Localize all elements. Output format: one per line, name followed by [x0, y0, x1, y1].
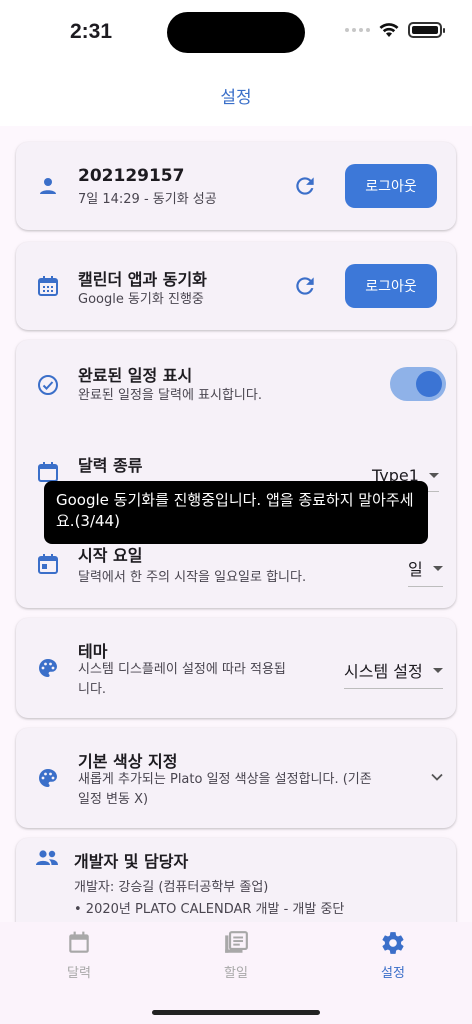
calendar-icon	[69, 931, 89, 953]
calendar-type-title: 달력 종류	[78, 456, 143, 475]
check-circle-icon	[38, 375, 58, 395]
calendar-logout-button[interactable]: 로그아웃	[345, 264, 437, 308]
theme-value: 시스템 설정	[344, 662, 423, 681]
page-title: 설정	[220, 87, 252, 108]
chevron-down-icon[interactable]	[430, 770, 444, 784]
calendar-sync-title: 캘린더 앱과 동기화	[78, 270, 207, 289]
default-color-card: 기본 색상 지정 새롭게 추가되는 Plato 일정 색상을 설정합니다. (기…	[16, 728, 456, 828]
default-color-desc: 새롭게 추가되는 Plato 일정 색상을 설정합니다. (기존 일정 변동 X…	[78, 772, 372, 807]
completed-events-row[interactable]: 완료된 일정 표시 완료된 일정을 달력에 표시합니다.	[16, 340, 456, 430]
developer-name: 개발자: 강승길 (컴퓨터공학부 졸업)	[74, 880, 269, 895]
start-day-desc: 달력에서 한 주의 시작을 일요일로 합니다.	[78, 570, 307, 585]
nav-label: 달력	[67, 966, 91, 981]
refresh-icon[interactable]	[292, 273, 318, 299]
bottom-navigation: 달력 할일 설정	[0, 922, 472, 1024]
display-settings-card: 완료된 일정 표시 완료된 일정을 달력에 표시합니다. 달력 종류 Type1	[16, 340, 456, 608]
developers-card: 개발자 및 담당자 개발자: 강승길 (컴퓨터공학부 졸업) • 2020년 P…	[16, 838, 456, 922]
palette-icon	[39, 659, 57, 677]
palette-icon	[39, 769, 57, 787]
developers-title: 개발자 및 담당자	[74, 852, 189, 871]
account-row: 202129157 7일 14:29 - 동기화 성공 로그아웃	[16, 142, 456, 230]
gear-icon	[382, 932, 404, 954]
dynamic-island	[167, 12, 305, 53]
theme-dropdown[interactable]: 시스템 설정	[344, 658, 443, 689]
theme-title: 테마	[78, 642, 108, 661]
theme-row[interactable]: 테마 시스템 디스플레이 설정에 따라 적용됩니다. 시스템 설정	[16, 618, 456, 718]
calendar-sync-card: 캘린더 앱과 동기화 Google 동기화 진행중 로그아웃	[16, 242, 456, 330]
home-indicator[interactable]	[152, 1010, 320, 1015]
theme-desc: 시스템 디스플레이 설정에 따라 적용됩니다.	[78, 662, 286, 697]
default-color-row[interactable]: 기본 색상 지정 새롭게 추가되는 Plato 일정 색상을 설정합니다. (기…	[16, 728, 456, 828]
refresh-icon[interactable]	[292, 173, 318, 199]
nav-label: 할일	[224, 966, 248, 981]
status-time: 2:31	[70, 20, 113, 43]
person-icon	[40, 178, 56, 194]
calendar-sync-status: Google 동기화 진행중	[78, 292, 204, 307]
wifi-icon	[379, 23, 399, 37]
people-icon	[36, 850, 58, 865]
battery-icon	[408, 22, 445, 38]
completed-events-toggle[interactable]	[390, 367, 446, 401]
nav-item-settings[interactable]: 설정	[353, 930, 433, 981]
start-day-dropdown[interactable]: 일	[408, 556, 443, 587]
cellular-signal-icon	[345, 28, 370, 32]
account-id: 202129157	[78, 166, 185, 186]
developers-row: 개발자 및 담당자 개발자: 강승길 (컴퓨터공학부 졸업) • 2020년 P…	[16, 838, 456, 922]
todo-list-icon	[225, 931, 248, 953]
completed-events-title: 완료된 일정 표시	[78, 366, 193, 385]
status-bar: 2:31	[0, 0, 472, 64]
toggle-knob	[416, 371, 442, 397]
account-card: 202129157 7일 14:29 - 동기화 성공 로그아웃	[16, 142, 456, 230]
sync-status-text: 7일 14:29 - 동기화 성공	[78, 192, 217, 207]
calendar-icon	[38, 276, 58, 296]
start-day-value: 일	[408, 560, 423, 579]
start-day-title: 시작 요일	[78, 546, 143, 565]
default-color-title: 기본 색상 지정	[78, 752, 178, 771]
nav-label: 설정	[381, 966, 405, 981]
theme-card: 테마 시스템 디스플레이 설정에 따라 적용됩니다. 시스템 설정	[16, 618, 456, 718]
sync-progress-toast: Google 동기화를 진행중입니다. 앱을 종료하지 말아주세요.(3/44)	[44, 481, 428, 544]
dropdown-arrow-icon	[432, 565, 443, 571]
developer-history: • 2020년 PLATO CALENDAR 개발 - 개발 중단	[74, 902, 345, 917]
status-icons	[345, 22, 445, 38]
dropdown-arrow-icon	[432, 667, 443, 673]
dropdown-arrow-icon	[428, 473, 439, 478]
nav-item-calendar[interactable]: 달력	[39, 930, 119, 981]
app-bar: 설정	[0, 64, 472, 126]
calendar-sync-row: 캘린더 앱과 동기화 Google 동기화 진행중 로그아웃	[16, 242, 456, 330]
completed-events-desc: 완료된 일정을 달력에 표시합니다.	[78, 388, 262, 403]
calendar-icon	[38, 554, 58, 574]
logout-button[interactable]: 로그아웃	[345, 164, 437, 208]
nav-item-todo[interactable]: 할일	[196, 930, 276, 981]
